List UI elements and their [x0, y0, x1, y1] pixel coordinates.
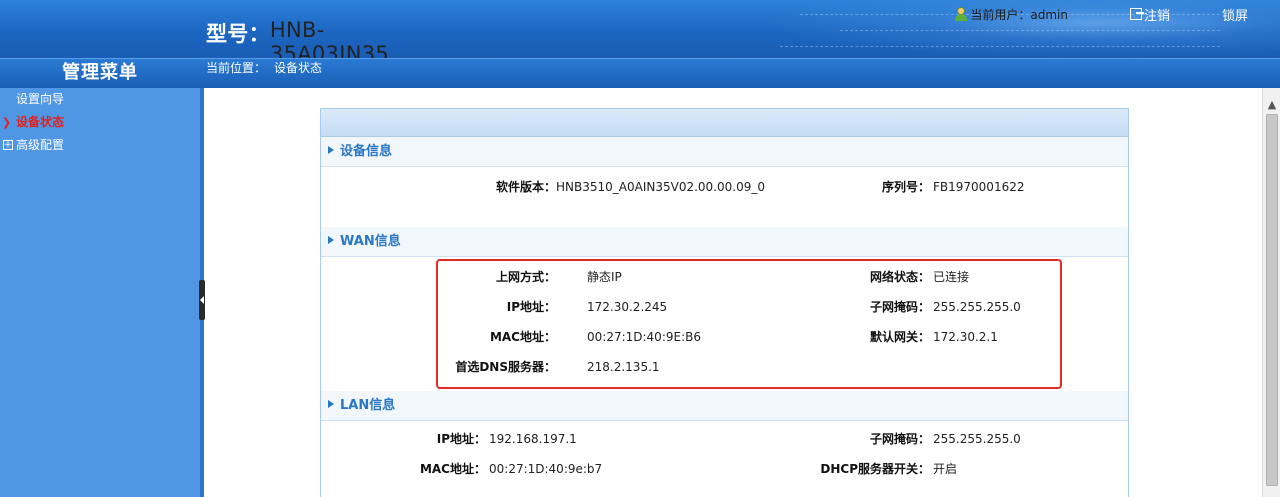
sidebar: 设置向导 ❯ 设备状态 + 高级配置	[0, 88, 200, 497]
breadcrumb-current: 设备状态	[274, 61, 323, 75]
wan-highlight-box	[436, 259, 1062, 389]
lan-ip-label: IP地址：	[436, 432, 486, 446]
lan-mac-value: 00:27:1D:40:9e:b7	[489, 462, 603, 476]
lock-screen-link[interactable]: 锁屏	[1222, 5, 1248, 24]
lan-mask-label: 子网掩码：	[869, 432, 930, 446]
sidebar-item-label: 设置向导	[16, 92, 65, 106]
lan-ip-value: 192.168.197.1	[489, 432, 577, 446]
scroll-up-icon[interactable]: ▲	[1263, 98, 1280, 112]
lan-mac-label: MAC地址：	[419, 462, 486, 476]
breadcrumb: 当前位置： 设备状态	[206, 60, 330, 76]
panel-header	[321, 109, 1128, 137]
section-device-info: 软件版本： HNB3510_A0AIN35V02.00.00.09_0 序列号：…	[321, 167, 1128, 227]
triangle-right-icon	[328, 400, 334, 408]
software-version-label: 软件版本：	[495, 180, 556, 194]
lan-mask-value: 255.255.255.0	[933, 432, 1021, 446]
logout-link[interactable]: 注销	[1144, 5, 1170, 24]
sidebar-item-advanced-config[interactable]: + 高级配置	[0, 134, 200, 157]
dhcp-label: DHCP服务器开关：	[820, 462, 930, 476]
top-header: 型号： HNB-35A03IN35 当前用户：admin 注销 锁屏	[0, 0, 1280, 58]
serial-value: FB1970001622	[933, 180, 1025, 194]
sidebar-item-label: 设备状态	[16, 115, 65, 129]
chevron-right-icon: ❯	[2, 116, 12, 129]
logout-icon	[1129, 8, 1144, 20]
collapse-sidebar-handle[interactable]	[199, 280, 205, 320]
dhcp-value: 开启	[933, 462, 958, 476]
sidebar-item-device-status[interactable]: ❯ 设备状态	[0, 111, 200, 134]
expand-plus-icon[interactable]: +	[3, 140, 13, 150]
sidebar-item-label: 高级配置	[16, 138, 65, 152]
current-user: 当前用户：admin	[970, 7, 1068, 22]
section-wan-info-title: WAN信息	[321, 227, 1128, 257]
breadcrumb-label: 当前位置：	[206, 61, 267, 75]
section-lan-info-title: LAN信息	[321, 391, 1128, 421]
triangle-right-icon	[328, 146, 334, 154]
section-device-info-title: 设备信息	[321, 137, 1128, 167]
section-lan-info: IP地址： 192.168.197.1 子网掩码： 255.255.255.0 …	[321, 421, 1128, 497]
triangle-right-icon	[328, 236, 334, 244]
software-version-value: HNB3510_A0AIN35V02.00.00.09_0	[556, 180, 765, 194]
vertical-scrollbar[interactable]: ▲	[1262, 88, 1280, 497]
sidebar-item-setup-wizard[interactable]: 设置向导	[0, 88, 200, 111]
menu-title: 管理菜单	[62, 62, 138, 83]
user-icon	[954, 7, 968, 21]
scroll-thumb[interactable]	[1266, 114, 1278, 486]
model-value: HNB-35A03IN35	[269, 18, 390, 58]
model-title: 型号： HNB-35A03IN35	[206, 18, 389, 58]
serial-label: 序列号：	[881, 180, 930, 194]
model-label: 型号：	[206, 22, 270, 46]
top-links: 当前用户：admin 注销 锁屏	[954, 4, 1280, 24]
